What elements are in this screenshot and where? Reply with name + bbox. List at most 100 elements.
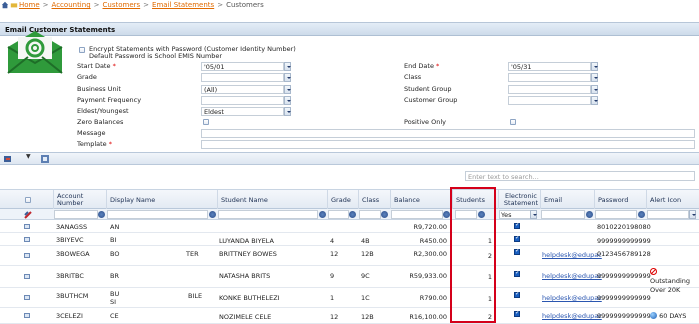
filter-account-number-icon[interactable] <box>98 211 105 218</box>
filter-display-name-icon[interactable] <box>209 211 216 218</box>
end-date-input[interactable]: '05/31 <box>508 62 591 71</box>
filter-alert[interactable] <box>647 210 689 219</box>
electronic-statement-checkbox[interactable] <box>514 234 520 242</box>
breadcrumb-email-statements[interactable]: Email Statements <box>152 1 214 9</box>
grade-select[interactable] <box>201 73 284 82</box>
breadcrumb-separator: > <box>93 1 100 9</box>
payment-frequency-label: Payment Frequency <box>77 96 142 104</box>
row-select-icon[interactable] <box>24 237 30 242</box>
filter-electronic-statement-dropdown[interactable] <box>530 210 537 219</box>
eldest-youngest-dropdown-icon[interactable] <box>284 107 291 116</box>
cell-password: 9999999999999 <box>597 294 651 302</box>
cell-student-name: BRITTNEY BOWES <box>219 250 277 258</box>
filter-alert-dropdown[interactable] <box>689 210 696 219</box>
class-dropdown-icon[interactable] <box>591 73 598 82</box>
home-icon[interactable] <box>1 1 9 9</box>
column-alert-icon[interactable]: Alert Icon <box>646 190 699 210</box>
table-row[interactable]: 3BIYEVC BI LUYANDA BIYELA 4 4B R450.00 1… <box>0 233 699 246</box>
folder-icon <box>10 3 18 8</box>
filter-password[interactable] <box>595 210 637 219</box>
export-icon[interactable] <box>4 155 13 163</box>
filter-electronic-statement[interactable]: Yes <box>499 210 531 219</box>
breadcrumb-separator: > <box>42 1 49 9</box>
cell-student-name: NATASHA BRITS <box>219 272 271 280</box>
encrypt-checkbox[interactable] <box>79 47 85 53</box>
filter-student-name[interactable] <box>218 210 318 219</box>
filter-email-icon[interactable] <box>586 211 593 218</box>
required-marker: * <box>112 62 116 70</box>
electronic-statement-checkbox[interactable] <box>514 269 520 277</box>
row-select-icon[interactable] <box>24 253 30 258</box>
customer-group-select[interactable] <box>508 96 591 105</box>
column-account-number[interactable]: Account Number <box>53 190 106 210</box>
payment-frequency-select[interactable] <box>201 96 284 105</box>
table-row[interactable]: 3BOWEGA BO TER BRITTNEY BOWES 12 12B R2,… <box>0 246 699 266</box>
filter-password-icon[interactable] <box>638 211 645 218</box>
electronic-statement-checkbox[interactable] <box>514 221 520 229</box>
table-row[interactable]: 3CELEZI CE NOZIMELE CELE 12 12B R16,100.… <box>0 308 699 324</box>
start-date-picker-icon[interactable] <box>284 62 291 71</box>
grid-search-input[interactable]: Enter text to search... <box>465 171 695 181</box>
filter-class-icon[interactable] <box>381 211 388 218</box>
toolbar-dropdown-icon[interactable]: ▼ <box>26 153 31 160</box>
column-student-name[interactable]: Student Name <box>217 190 327 210</box>
end-date-picker-icon[interactable] <box>591 62 598 71</box>
business-unit-dropdown-icon[interactable] <box>284 85 291 94</box>
student-group-select[interactable] <box>508 85 591 94</box>
globe-icon <box>650 312 657 319</box>
filter-class[interactable] <box>359 210 381 219</box>
column-password[interactable]: Password <box>594 190 646 210</box>
cell-email[interactable]: helpdesk@edupac <box>542 312 602 320</box>
filter-email[interactable] <box>541 210 585 219</box>
cell-password: 9999999999999 <box>597 312 651 320</box>
cell-email[interactable]: helpdesk@edupac <box>542 272 602 280</box>
table-row[interactable]: 3ANAGSS AN R9,720.00 8010220198080 <box>0 220 699 233</box>
message-input[interactable] <box>201 129 695 138</box>
row-select-icon[interactable] <box>24 274 30 279</box>
breadcrumb-current: Customers <box>226 1 264 9</box>
business-unit-select[interactable]: (All) <box>201 85 284 94</box>
table-row[interactable]: 3BRITBC BR NATASHA BRITS 9 9C R59,933.00… <box>0 266 699 288</box>
filter-balance[interactable] <box>391 210 443 219</box>
row-select-icon[interactable] <box>24 224 30 229</box>
table-row[interactable]: 3BUTHCM BU SI BILE KONKE BUTHELEZI 1 1C … <box>0 288 699 308</box>
filter-student-name-icon[interactable] <box>319 211 326 218</box>
cell-password: 9999999999999 <box>597 237 651 245</box>
customer-group-dropdown-icon[interactable] <box>591 96 598 105</box>
zero-balances-checkbox[interactable] <box>203 119 209 125</box>
breadcrumb-customers[interactable]: Customers <box>103 1 141 9</box>
template-input[interactable] <box>201 140 695 149</box>
column-class[interactable]: Class <box>358 190 390 210</box>
cell-email[interactable]: helpdesk@edupac <box>542 251 602 259</box>
filter-grade[interactable] <box>328 210 349 219</box>
filter-account-number[interactable] <box>54 210 98 219</box>
row-select-icon[interactable] <box>24 295 30 300</box>
payment-frequency-dropdown-icon[interactable] <box>284 96 291 105</box>
column-display-name[interactable]: Display Name <box>106 190 217 210</box>
breadcrumb-accounting[interactable]: Accounting <box>52 1 91 9</box>
cell-student-name: NOZIMELE CELE <box>219 313 272 321</box>
panel-title: Email Customer Statements <box>0 23 699 36</box>
column-electronic-statement[interactable]: Electronic Statement <box>498 190 540 210</box>
electronic-statement-checkbox[interactable] <box>514 309 520 317</box>
start-date-input[interactable]: '05/01 <box>201 62 284 71</box>
filter-display-name[interactable] <box>107 210 208 219</box>
clear-filter-icon[interactable] <box>24 211 32 219</box>
filter-balance-icon[interactable] <box>443 211 450 218</box>
class-select[interactable] <box>508 73 591 82</box>
column-balance[interactable]: Balance <box>390 190 452 210</box>
breadcrumb-home[interactable]: Home <box>19 1 40 9</box>
row-select-icon[interactable] <box>24 313 30 318</box>
positive-only-checkbox[interactable] <box>510 119 516 125</box>
electronic-statement-checkbox[interactable] <box>514 247 520 255</box>
column-grade[interactable]: Grade <box>327 190 358 210</box>
eldest-youngest-select[interactable]: Eldest <box>201 107 284 116</box>
grid-settings-icon[interactable] <box>41 155 50 163</box>
filter-grade-icon[interactable] <box>349 211 356 218</box>
electronic-statement-checkbox[interactable] <box>514 290 520 298</box>
cell-email[interactable]: helpdesk@edupac <box>542 294 602 302</box>
student-group-dropdown-icon[interactable] <box>591 85 598 94</box>
column-email[interactable]: Email <box>540 190 594 210</box>
grade-dropdown-icon[interactable] <box>284 73 291 82</box>
select-all-checkbox[interactable] <box>25 197 31 203</box>
